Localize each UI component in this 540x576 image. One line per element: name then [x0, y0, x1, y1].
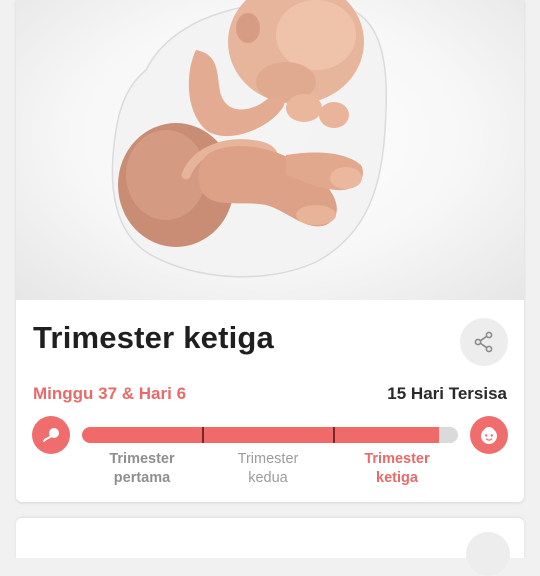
- trimester-card: Trimester ketiga Minggu 37 & Hari 6 15 H…: [16, 0, 524, 502]
- trimester-label-third: Trimester ketiga: [337, 450, 457, 488]
- trimester-divider: [202, 427, 204, 443]
- trimester-label-line: Trimester: [237, 451, 299, 467]
- trimester-label-first: Trimester pertama: [82, 450, 202, 488]
- trimester-divider: [333, 427, 335, 443]
- baby-face-icon: [481, 427, 497, 444]
- pregnancy-progress-bar: [82, 427, 458, 443]
- trimester-label-line: Trimester: [364, 451, 430, 467]
- days-remaining-label: 15 Hari Tersisa: [387, 384, 507, 403]
- trimester-label-line: kedua: [248, 470, 288, 486]
- fetus-illustration: [16, 0, 524, 300]
- birth-marker: [470, 416, 508, 454]
- share-button[interactable]: [460, 318, 508, 366]
- trimester-label-line: ketiga: [376, 470, 418, 486]
- trimester-label-second: Trimester kedua: [208, 450, 328, 488]
- trimester-label-line: pertama: [113, 470, 171, 486]
- next-card-button[interactable]: [466, 532, 510, 576]
- sperm-egg-icon: [43, 428, 59, 442]
- next-card[interactable]: [16, 518, 524, 576]
- week-day-label: Minggu 37 & Hari 6: [33, 384, 187, 403]
- page-title: Trimester ketiga: [33, 320, 274, 355]
- share-icon: [474, 331, 493, 353]
- trimester-label-line: Trimester: [109, 451, 175, 467]
- conception-marker: [32, 416, 70, 454]
- progress-fill: [82, 427, 440, 443]
